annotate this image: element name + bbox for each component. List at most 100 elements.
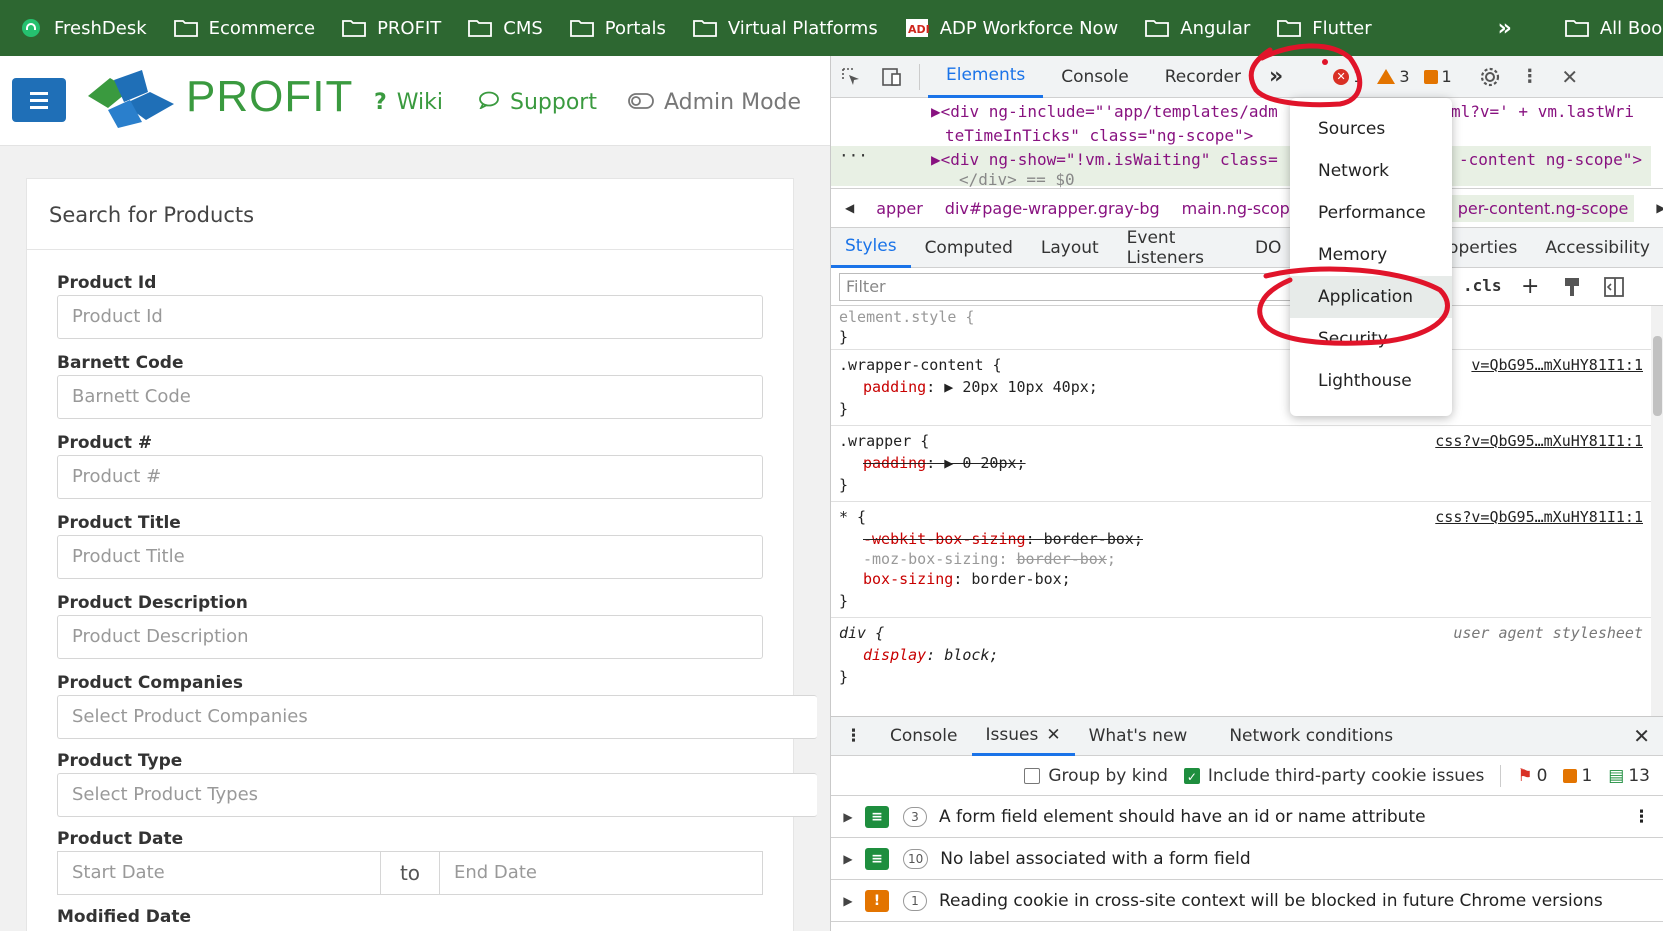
- div-user-agent-rule[interactable]: div { user agent stylesheet display: blo…: [831, 618, 1651, 694]
- drawer-tab-issues[interactable]: Issues ✕: [971, 716, 1075, 756]
- product-number-input[interactable]: Product #: [57, 455, 763, 499]
- bookmarks-overflow-button[interactable]: »: [1498, 16, 1512, 41]
- rule-source-link[interactable]: v=QbG95…mXuHY81I1:1: [1471, 356, 1643, 374]
- universal-rule[interactable]: * { css?v=QbG95…mXuHY81I1:1 -webkit-box-…: [831, 502, 1651, 618]
- close-devtools-icon[interactable]: ✕: [1550, 56, 1590, 98]
- paint-brush-icon[interactable]: [1563, 276, 1581, 302]
- rule-declaration[interactable]: padding: ▶ 20px 10px 40px;: [863, 378, 1098, 396]
- devtools-counts[interactable]: ✕ 1 3 1: [1333, 67, 1452, 86]
- issue-row[interactable]: ▶ ≡ 3 A form field element should have a…: [831, 796, 1663, 838]
- bookmarks-bar: FreshDesk Ecommerce PROFIT CMS Portals V…: [0, 0, 1663, 56]
- rule-declaration[interactable]: display: block;: [863, 646, 998, 664]
- rule-source-link[interactable]: css?v=QbG95…mXuHY81I1:1: [1435, 508, 1643, 526]
- tab-dom-breakpoints[interactable]: DO: [1241, 228, 1295, 268]
- drawer-tab-network-conditions[interactable]: Network conditions: [1215, 716, 1407, 756]
- menu-item-performance[interactable]: Performance: [1290, 192, 1452, 234]
- tab-elements[interactable]: Elements: [928, 56, 1044, 98]
- rule-declaration[interactable]: -moz-box-sizing: border-box;: [863, 550, 1116, 568]
- top-navbar: PROFIT ? Wiki Support Admin Mode: [0, 56, 830, 146]
- drawer-menu-icon[interactable]: ⋮: [831, 716, 876, 756]
- bookmark-adp[interactable]: ADP ADP Workforce Now: [904, 18, 1118, 39]
- barnett-code-label: Barnett Code: [57, 353, 184, 373]
- inspect-element-icon[interactable]: [831, 56, 871, 98]
- bookmark-portals[interactable]: Portals: [569, 18, 666, 39]
- element-style-rule[interactable]: element.style { }: [831, 306, 1651, 350]
- breadcrumb-item[interactable]: apper: [876, 199, 923, 218]
- support-link[interactable]: Support: [478, 90, 597, 115]
- tab-styles[interactable]: Styles: [831, 228, 911, 268]
- expand-arrow-icon[interactable]: ▶: [831, 894, 865, 908]
- toggle-sidebar-icon[interactable]: [1603, 276, 1625, 302]
- menu-item-application[interactable]: Application: [1290, 276, 1452, 318]
- product-id-input[interactable]: Product Id: [57, 295, 763, 339]
- end-date-input[interactable]: End Date: [439, 851, 763, 895]
- info-message-icon: ▤: [1608, 765, 1625, 786]
- issue-menu-icon[interactable]: ⋮: [1633, 807, 1650, 827]
- tab-accessibility[interactable]: Accessibility: [1531, 228, 1663, 268]
- menu-item-security[interactable]: Security: [1290, 318, 1452, 360]
- issue-row[interactable]: ▶ ! 1 Reading cookie in cross-site conte…: [831, 880, 1663, 922]
- close-drawer-icon[interactable]: ✕: [1619, 716, 1663, 756]
- error-count: ✕ 1: [1333, 67, 1363, 86]
- group-by-kind-checkbox[interactable]: Group by kind: [1024, 766, 1168, 786]
- breadcrumb-item[interactable]: div#page-wrapper.gray-bg: [945, 199, 1160, 218]
- dom-line-4: </div> == $0: [959, 170, 1075, 189]
- rule-source-link[interactable]: css?v=QbG95…mXuHY81I1:1: [1435, 432, 1643, 450]
- product-companies-select[interactable]: Select Product Companies: [57, 695, 817, 739]
- expand-arrow-icon[interactable]: ▶: [831, 810, 865, 824]
- more-tabs-button[interactable]: »: [1259, 56, 1293, 98]
- breadcrumb-item[interactable]: per-content.ng-scope: [1451, 194, 1635, 222]
- product-title-input[interactable]: Product Title: [57, 535, 763, 579]
- breadcrumb-right-arrow-icon[interactable]: ▶: [1656, 201, 1663, 215]
- rule-declaration[interactable]: -webkit-box-sizing: border-box;: [863, 530, 1143, 548]
- tab-recorder[interactable]: Recorder: [1147, 56, 1259, 98]
- admin-mode-toggle[interactable]: Admin Mode: [628, 90, 801, 115]
- tab-computed[interactable]: Computed: [911, 228, 1027, 268]
- bookmark-virtual-platforms[interactable]: Virtual Platforms: [692, 18, 878, 39]
- settings-gear-icon[interactable]: [1470, 56, 1510, 98]
- tab-layout[interactable]: Layout: [1027, 228, 1113, 268]
- include-third-party-checkbox[interactable]: ✓ Include third-party cookie issues: [1183, 766, 1484, 786]
- issues-toolbar: Group by kind ✓ Include third-party cooki…: [831, 756, 1663, 796]
- rule-declaration[interactable]: box-sizing: border-box;: [863, 570, 1071, 588]
- all-bookmarks[interactable]: All Bookmarks: [1564, 18, 1663, 39]
- bookmark-cms[interactable]: CMS: [467, 18, 543, 39]
- product-description-input[interactable]: Product Description: [57, 615, 763, 659]
- product-type-select[interactable]: Select Product Types: [57, 773, 817, 817]
- device-toolbar-icon[interactable]: [871, 56, 911, 98]
- menu-item-lighthouse[interactable]: Lighthouse: [1290, 360, 1452, 402]
- bookmark-angular[interactable]: Angular: [1144, 18, 1250, 39]
- drawer-tabs: ⋮ Console Issues ✕ What's new Network con…: [831, 716, 1663, 756]
- tab-event-listeners[interactable]: Event Listeners: [1113, 228, 1241, 268]
- new-rule-plus-icon[interactable]: +: [1521, 274, 1539, 299]
- bookmark-freshdesk[interactable]: FreshDesk: [18, 18, 147, 39]
- start-date-input[interactable]: Start Date: [57, 851, 381, 895]
- dom-line-3a[interactable]: ▶<div ng-show="!vm.isWaiting" class=: [931, 150, 1278, 169]
- barnett-code-input[interactable]: Barnett Code: [57, 375, 763, 419]
- dom-ellipsis[interactable]: ···: [839, 146, 868, 165]
- drawer-tab-console[interactable]: Console: [876, 716, 972, 756]
- drawer-tab-whats-new[interactable]: What's new: [1075, 716, 1202, 756]
- kebab-menu-icon[interactable]: ⋮: [1510, 56, 1550, 98]
- expand-arrow-icon[interactable]: ▶: [831, 852, 865, 866]
- issue-row[interactable]: ▶ ≡ 10 No label associated with a form f…: [831, 838, 1663, 880]
- breadcrumb-item[interactable]: main.ng-scope: [1182, 199, 1300, 218]
- bookmark-profit[interactable]: PROFIT: [341, 18, 441, 39]
- wrapper-content-rule[interactable]: .wrapper-content { v=QbG95…mXuHY81I1:1 p…: [831, 350, 1651, 426]
- styles-filter-input[interactable]: Filter: [839, 272, 1299, 301]
- hamburger-menu-button[interactable]: [12, 78, 66, 122]
- rule-declaration[interactable]: padding: ▶ 0 20px;: [863, 454, 1026, 472]
- bookmark-ecommerce[interactable]: Ecommerce: [173, 18, 315, 39]
- styles-scrollbar[interactable]: [1651, 306, 1663, 716]
- wiki-link[interactable]: ? Wiki: [374, 90, 443, 115]
- tab-console[interactable]: Console: [1043, 56, 1147, 98]
- dom-line-1a[interactable]: ▶<div ng-include="'app/templates/adm: [931, 102, 1278, 121]
- menu-item-memory[interactable]: Memory: [1290, 234, 1452, 276]
- menu-item-network[interactable]: Network: [1290, 150, 1452, 192]
- cls-button[interactable]: .cls: [1463, 276, 1502, 295]
- breadcrumb-left-arrow-icon[interactable]: ◀: [845, 201, 854, 215]
- bookmark-flutter[interactable]: Flutter: [1276, 18, 1372, 39]
- wrapper-rule[interactable]: .wrapper { css?v=QbG95…mXuHY81I1:1 paddi…: [831, 426, 1651, 502]
- close-tab-icon[interactable]: ✕: [1046, 725, 1060, 745]
- menu-item-sources[interactable]: Sources: [1290, 108, 1452, 150]
